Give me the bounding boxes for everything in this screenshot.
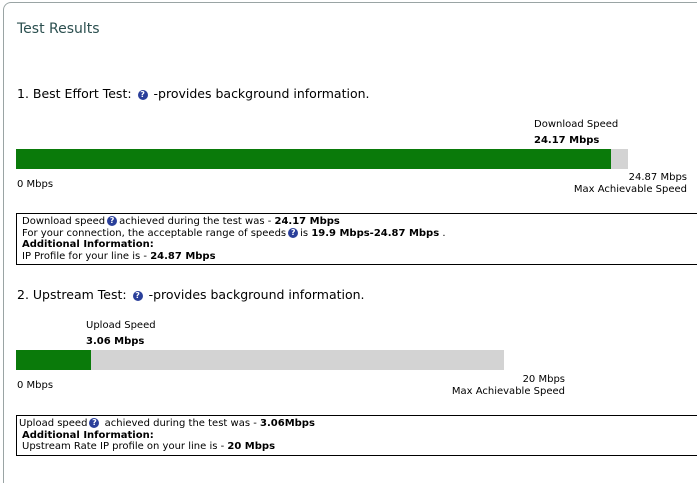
additional-info-heading: Additional Information:	[22, 429, 154, 441]
download-achieved-value: 24.17 Mbps	[274, 216, 340, 227]
upload-speed-value: 3.06 Mbps	[86, 336, 145, 347]
upload-info-line: Upload speed? achieved during the test w…	[19, 418, 697, 430]
upstream-profile-value: 20 Mbps	[227, 441, 276, 453]
download-min-label: 0 Mbps	[17, 179, 54, 190]
download-speed-value: 24.17 Mbps	[534, 135, 600, 146]
download-speed-bar-fill	[16, 149, 611, 169]
download-max-label: Max Achievable Speed	[573, 184, 687, 195]
upstream-heading-label: 2. Upstream Test:	[17, 287, 127, 302]
upstream-heading-desc: -provides background information.	[148, 287, 365, 302]
acceptable-range-line: For your connection, the acceptable rang…	[22, 227, 697, 240]
upload-min-label: 0 Mbps	[17, 380, 54, 391]
help-icon[interactable]: ?	[288, 227, 299, 238]
download-info-line: Download speed? achieved during the test …	[22, 216, 697, 228]
info-text: achieved during the test was -	[119, 216, 275, 227]
page-title: Test Results	[17, 21, 100, 37]
additional-info-heading: Additional Information:	[22, 239, 154, 251]
info-text: .	[439, 227, 446, 239]
help-icon[interactable]: ?	[132, 291, 143, 301]
info-text: achieved during the test was -	[101, 418, 261, 429]
download-speed-label: Download Speed	[534, 119, 619, 130]
upload-speed-bar	[16, 350, 504, 370]
help-icon[interactable]: ?	[89, 418, 100, 428]
upstream-profile-line: Upstream Rate IP profile on your line is…	[22, 441, 697, 453]
acceptable-range-value: 19.9 Mbps-24.87 Mbps	[311, 227, 440, 239]
info-text: Upload speed	[19, 418, 88, 429]
help-icon[interactable]: ?	[107, 216, 118, 226]
best-effort-heading-desc: -provides background information.	[153, 86, 370, 101]
download-speed-bar	[16, 149, 628, 169]
download-info-box: Download speed? achieved during the test …	[16, 213, 697, 266]
upload-speed-label: Upload Speed	[86, 320, 156, 331]
help-icon[interactable]: ?	[137, 90, 148, 100]
upload-info-box: Upload speed? achieved during the test w…	[16, 415, 697, 456]
ip-profile-line: IP Profile for your line is - 24.87 Mbps	[22, 251, 697, 263]
upload-speed-bar-fill	[16, 350, 91, 370]
info-text: is	[300, 227, 312, 239]
ip-profile-value: 24.87 Mbps	[150, 250, 216, 262]
upload-achieved-value: 3.06Mbps	[260, 418, 315, 429]
best-effort-heading: 1. Best Effort Test: ? -provides backgro…	[17, 86, 370, 101]
upload-max-value: 20 Mbps	[522, 374, 565, 385]
info-text: Upstream Rate IP profile on your line is…	[22, 441, 228, 453]
info-text: For your connection, the acceptable rang…	[22, 227, 287, 239]
info-text: Download speed	[22, 216, 106, 227]
upstream-heading: 2. Upstream Test: ? -provides background…	[17, 287, 365, 302]
best-effort-heading-label: 1. Best Effort Test:	[17, 86, 132, 101]
download-max-value: 24.87 Mbps	[628, 172, 687, 183]
info-text: IP Profile for your line is -	[22, 250, 151, 262]
upload-max-label: Max Achievable Speed	[451, 386, 565, 397]
